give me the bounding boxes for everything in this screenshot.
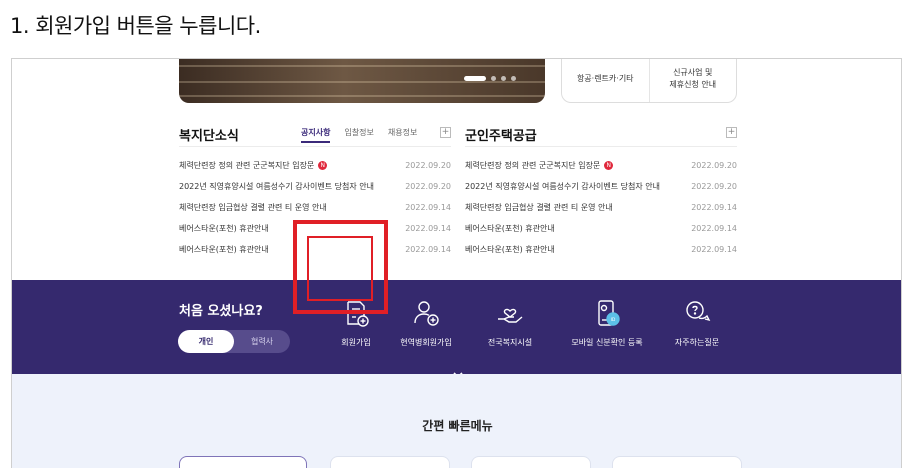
news-item[interactable]: 베어스타운(포천) 휴관안내 2022.09.14 bbox=[465, 239, 737, 260]
service-label: 회원가입 bbox=[341, 338, 371, 347]
news-item[interactable]: 체력단련장 정의 관련 군군복지단 입장문 N 2022.09.20 bbox=[465, 155, 737, 176]
news-item-title[interactable]: 베어스타운(포천) 휴관안내 bbox=[465, 245, 555, 254]
quick-menu-card[interactable] bbox=[471, 456, 591, 468]
quick-link-label: 항공·렌트카·기타 bbox=[576, 73, 634, 83]
quick-link-label: 제휴신청 안내 bbox=[669, 79, 717, 89]
news-item-date: 2022.09.14 bbox=[405, 224, 451, 233]
news-item-title[interactable]: 체력단련장 입금협상 결렬 관련 티 운영 안내 bbox=[465, 203, 613, 212]
user-plus-icon bbox=[414, 301, 439, 326]
first-visit-band: 처음 오셨나요? 개인 협력사 회원가입 현역병회원가입 전국복지시설 ID 모… bbox=[12, 280, 901, 374]
news-item-title-wrap: 베어스타운(포천) 휴관안내 bbox=[465, 223, 555, 234]
welfare-facilities-button[interactable]: 전국복지시설 bbox=[470, 298, 550, 348]
news-item-title[interactable]: 체력단련장 입금협상 결렬 관련 티 운영 안내 bbox=[179, 203, 327, 212]
website-screenshot: 항공·렌트카·기타 신규사업 및 제휴신청 안내 복지단소식 공지사항 입찰정보… bbox=[11, 58, 902, 468]
news-item[interactable]: 체력단련장 입금협상 결렬 관련 티 운영 안내 2022.09.14 bbox=[179, 197, 451, 218]
news-item-title-wrap: 체력단련장 입금협상 결렬 관련 티 운영 안내 bbox=[465, 202, 613, 213]
banner-dot[interactable] bbox=[491, 76, 496, 81]
banner-dot[interactable] bbox=[501, 76, 506, 81]
quick-link-partnership[interactable]: 신규사업 및 제휴신청 안내 bbox=[648, 59, 737, 102]
news-item-date: 2022.09.20 bbox=[691, 182, 737, 191]
news-tabs: 공지사항 입찰정보 채용정보 bbox=[301, 127, 417, 143]
section-title: 군인주택공급 bbox=[465, 129, 537, 144]
quick-link-label: 신규사업 및 bbox=[673, 67, 713, 77]
news-item-title[interactable]: 2022년 직영휴양시설 여름성수기 감사이벤트 당첨자 안내 bbox=[465, 182, 660, 191]
news-item-date: 2022.09.20 bbox=[405, 182, 451, 191]
news-item-title[interactable]: 체력단련장 정의 관련 군군복지단 입장문 bbox=[179, 161, 314, 170]
hand-heart-icon bbox=[498, 308, 523, 323]
tab-notice[interactable]: 공지사항 bbox=[301, 127, 331, 143]
news-item-title[interactable]: 베어스타운(포천) 휴관안내 bbox=[179, 245, 269, 254]
welfare-news-header: 복지단소식 공지사항 입찰정보 채용정보 + bbox=[179, 123, 451, 147]
more-plus-button[interactable]: + bbox=[726, 127, 737, 138]
news-item-title[interactable]: 2022년 직영휴양시설 여름성수기 감사이벤트 당첨자 안내 bbox=[179, 182, 374, 191]
quick-menu-title: 간편 빠른메뉴 bbox=[422, 419, 493, 433]
news-item-date: 2022.09.14 bbox=[691, 203, 737, 212]
news-item-title-wrap: 체력단련장 정의 관련 군군복지단 입장문 N bbox=[465, 160, 614, 171]
new-badge: N bbox=[318, 161, 328, 170]
news-item-date: 2022.09.14 bbox=[691, 245, 737, 254]
news-item-title-wrap: 2022년 직영휴양시설 여름성수기 감사이벤트 당첨자 안내 bbox=[465, 181, 660, 192]
active-soldier-signup-button[interactable]: 현역병회원가입 bbox=[386, 298, 466, 348]
svg-text:ID: ID bbox=[611, 317, 616, 323]
simple-quick-menu: 간편 빠른메뉴 bbox=[12, 374, 901, 468]
news-item-title[interactable]: 베어스타운(포천) 휴관안내 bbox=[465, 224, 555, 233]
service-label: 모바일 신분확인 등록 bbox=[571, 338, 643, 347]
first-visit-heading: 처음 오셨나요? bbox=[179, 304, 263, 319]
quick-menu-card[interactable] bbox=[179, 456, 307, 468]
housing-news-header: 군인주택공급 + bbox=[465, 123, 737, 147]
news-item-title[interactable]: 체력단련장 정의 관련 군군복지단 입장문 bbox=[465, 161, 600, 170]
tab-recruit[interactable]: 채용정보 bbox=[388, 127, 417, 143]
news-item-title-wrap: 베어스타운(포천) 휴관안내 bbox=[179, 244, 269, 255]
news-item-date: 2022.09.14 bbox=[405, 203, 451, 212]
banner-dot[interactable] bbox=[511, 76, 516, 81]
news-item[interactable]: 베어스타운(포천) 휴관안내 2022.09.14 bbox=[465, 218, 737, 239]
more-plus-button[interactable]: + bbox=[440, 127, 451, 138]
news-item-title-wrap: 체력단련장 입금협상 결렬 관련 티 운영 안내 bbox=[179, 202, 327, 213]
tab-bid[interactable]: 입찰정보 bbox=[344, 127, 373, 143]
news-item[interactable]: 체력단련장 입금협상 결렬 관련 티 운영 안내 2022.09.14 bbox=[465, 197, 737, 218]
service-label: 현역병회원가입 bbox=[400, 338, 452, 347]
housing-news-list: 체력단련장 정의 관련 군군복지단 입장문 N 2022.09.20 2022년 직영… bbox=[465, 155, 737, 260]
news-item-title-wrap: 2022년 직영휴양시설 여름성수기 감사이벤트 당첨자 안내 bbox=[179, 181, 374, 192]
quick-menu-card[interactable] bbox=[330, 456, 450, 468]
news-item-date: 2022.09.20 bbox=[405, 161, 451, 170]
question-chat-icon bbox=[686, 301, 711, 322]
news-item-title-wrap: 체력단련장 정의 관련 군군복지단 입장문 N bbox=[179, 160, 328, 171]
quick-link-travel[interactable]: 항공·렌트카·기타 bbox=[562, 59, 649, 102]
news-item-title[interactable]: 베어스타운(포천) 휴관안내 bbox=[179, 224, 269, 233]
news-item-title-wrap: 베어스타운(포천) 휴관안내 bbox=[465, 244, 555, 255]
housing-news-section: 군인주택공급 + 체력단련장 정의 관련 군군복지단 입장문 N 2022.09.2… bbox=[465, 123, 737, 260]
news-item-date: 2022.09.14 bbox=[405, 245, 451, 254]
new-badge: N bbox=[604, 161, 614, 170]
news-item[interactable]: 체력단련장 정의 관련 군군복지단 입장문 N 2022.09.20 bbox=[179, 155, 451, 176]
faq-button[interactable]: 자주하는질문 bbox=[657, 298, 737, 348]
mobile-id-icon: ID bbox=[598, 300, 620, 326]
news-item-date: 2022.09.14 bbox=[691, 224, 737, 233]
mobile-id-register-button[interactable]: ID 모바일 신분확인 등록 bbox=[562, 298, 652, 348]
toggle-partner[interactable]: 협력사 bbox=[234, 330, 290, 353]
section-title: 복지단소식 bbox=[179, 129, 239, 144]
service-label: 자주하는질문 bbox=[674, 338, 720, 347]
quick-menu-card[interactable] bbox=[612, 456, 742, 468]
news-item-title-wrap: 베어스타운(포천) 휴관안내 bbox=[179, 223, 269, 234]
banner-pagination[interactable] bbox=[464, 76, 516, 81]
banner-dot-active[interactable] bbox=[464, 76, 486, 81]
service-label: 전국복지시설 bbox=[487, 338, 533, 347]
toggle-individual[interactable]: 개인 bbox=[178, 330, 234, 353]
news-item[interactable]: 2022년 직영휴양시설 여름성수기 감사이벤트 당첨자 안내 2022.09.2… bbox=[465, 176, 737, 197]
news-item[interactable]: 2022년 직영휴양시설 여름성수기 감사이벤트 당첨자 안내 2022.09.2… bbox=[179, 176, 451, 197]
member-type-toggle: 개인 협력사 bbox=[178, 330, 290, 353]
news-item-date: 2022.09.20 bbox=[691, 161, 737, 170]
signup-highlight-inner-box bbox=[307, 236, 373, 301]
quick-link-box: 항공·렌트카·기타 신규사업 및 제휴신청 안내 bbox=[561, 59, 737, 103]
step-title: 1. 회원가입 버튼을 누릅니다. bbox=[10, 14, 261, 38]
